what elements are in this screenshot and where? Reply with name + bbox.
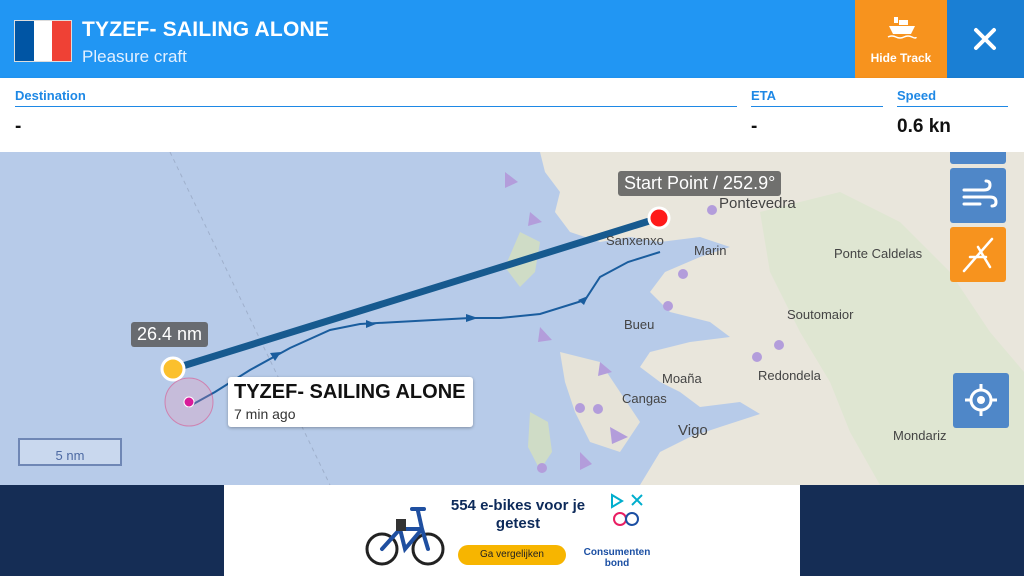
scale-bar: 5 nm [18,438,122,466]
place-label: Sanxenxo [606,233,664,248]
layers-button[interactable] [950,152,1006,164]
destination-label: Destination [15,88,737,107]
start-point-callout: Start Point / 252.9° [618,171,782,196]
ad-content[interactable]: 554 e-bikes voor je getest Ga vergelijke… [365,485,656,576]
ad-headline: 554 e-bikes voor je getest [450,497,586,532]
wind-icon [962,179,998,208]
start-point-marker[interactable] [647,206,671,230]
place-label: Moaña [662,371,702,386]
track-arrow-icon [466,314,478,322]
place-label: Bueu [624,317,655,332]
vessel-position-marker[interactable] [183,396,195,408]
hide-track-button[interactable]: Hide Track [855,0,947,78]
place-label: Redondela [758,368,821,383]
place-label: Marin [694,243,727,258]
measure-button[interactable] [950,227,1006,282]
speed-label: Speed [897,88,1008,107]
place-label: Pontevedra [719,195,796,212]
vessel-map-label[interactable]: TYZEF- SAILING ALONE 7 min ago [228,377,473,427]
voyage-info-bar: Destination - ETA - Speed 0.6 kn [0,78,1024,152]
track-arrow-icon [366,320,376,328]
speed-field: Speed 0.6 kn [897,88,1008,138]
ad-cta-button[interactable]: Ga vergelijken [458,545,566,565]
ad-brand: Consumenten bond [583,547,651,569]
vessel-type: Pleasure craft [82,47,187,66]
vessel-header: TYZEF- SAILING ALONE Pleasure craft Hide… [0,0,1024,78]
ebike-image [365,507,445,566]
distance-callout: 26.4 nm [131,322,209,347]
locate-button[interactable] [953,373,1009,428]
eta-value: - [751,116,758,137]
vessel-map-label-time: 7 min ago [234,406,296,422]
ship-icon [887,17,917,39]
distance-marker[interactable] [160,356,186,382]
close-icon [974,28,996,50]
close-button[interactable] [947,0,1024,78]
compass-icon [962,237,994,273]
hide-track-label: Hide Track [870,51,932,65]
flag-icon [14,20,72,62]
adchoices-icon[interactable] [608,491,648,527]
scale-label: 5 nm [55,448,85,463]
eta-label: ETA [751,88,883,107]
eta-field: ETA - [751,88,883,138]
map-view[interactable]: Pontevedra Sanxenxo Marin Ponte Caldelas… [0,152,1024,485]
wind-button[interactable] [950,168,1006,223]
place-label: Vigo [678,422,708,439]
destination-field: Destination - [15,88,737,138]
place-label: Mondariz [893,428,947,443]
island [528,412,552,470]
place-label: Soutomaior [787,307,854,322]
destination-value: - [15,116,22,137]
locate-icon [965,384,997,416]
ad-banner[interactable]: 554 e-bikes voor je getest Ga vergelijke… [224,485,800,576]
shipping-lane [169,152,331,485]
vessel-map-label-name: TYZEF- SAILING ALONE [234,381,466,403]
speed-value: 0.6 kn [897,116,951,137]
place-label: Cangas [622,391,667,406]
map-canvas [160,152,1024,485]
vessel-name: TYZEF- SAILING ALONE [82,18,330,41]
place-label: Ponte Caldelas [834,246,923,261]
track-arrow-icon [270,352,281,361]
bearing-line [169,214,663,373]
track-arrow-icon [578,296,588,305]
